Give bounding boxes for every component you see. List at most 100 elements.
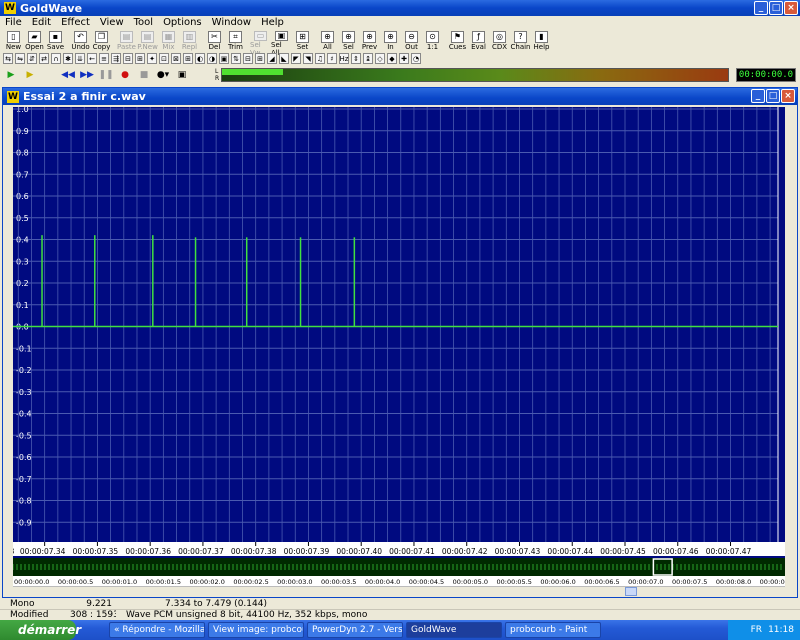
waveform-view[interactable]: 1.00.90.80.70.60.50.40.30.20.10.0-0.1-0.… [13, 107, 785, 561]
fast-forward-icon[interactable]: ▶▶ [79, 69, 95, 81]
effect-icon[interactable]: ♫ [315, 53, 325, 64]
taskbar-task-button[interactable]: PowerDyn 2.7 - Versi... [307, 622, 403, 638]
toolbar-help-button[interactable]: ▮ Help [531, 29, 552, 52]
effect-icon[interactable]: ⊟ [123, 53, 133, 64]
toolbar-cues-button[interactable]: ⚑ Cues [447, 29, 468, 52]
toolbar-set-button[interactable]: ⊞ Set [292, 29, 313, 52]
toolbar-out-button[interactable]: ⊖ Out [401, 29, 422, 52]
toolbar-sel-button[interactable]: ⊕ Sel [338, 29, 359, 52]
control-properties-icon[interactable]: ▣ [174, 69, 190, 81]
effect-icon[interactable]: ⇕ [351, 53, 361, 64]
taskbar-task-button[interactable]: « Répondre - Mozilla ... [109, 622, 205, 638]
delete-icon: ✂ [208, 31, 221, 43]
close-button[interactable]: × [784, 1, 798, 15]
effect-icon[interactable]: ⊞ [135, 53, 145, 64]
effect-icon[interactable]: ⊞ [255, 53, 265, 64]
effect-icon[interactable]: ⇅ [231, 53, 241, 64]
effect-icon[interactable]: ◐ [195, 53, 205, 64]
toolbar-undo-button[interactable]: ↶ Undo [70, 29, 91, 52]
effect-icon[interactable]: ♯ [327, 53, 337, 64]
taskbar-task-button[interactable]: GoldWave [406, 622, 502, 638]
child-maximize-button[interactable]: □ [766, 89, 780, 103]
rewind-icon[interactable]: ◀◀ [60, 69, 76, 81]
child-minimize-button[interactable]: _ [751, 89, 765, 103]
menu-effect[interactable]: Effect [56, 16, 95, 29]
effect-icon[interactable]: ✱ [63, 53, 73, 64]
zoom-selection-icon: ⊕ [342, 31, 355, 43]
overview-waveform[interactable]: 00:00:00.0 00:00:00.5 00:00:01.0 00:00:01.5… [12, 558, 795, 586]
maximize-button[interactable]: □ [769, 1, 783, 15]
effect-icon[interactable]: ∩ [51, 53, 61, 64]
effect-icon[interactable]: Hz [339, 53, 349, 64]
child-close-button[interactable]: × [781, 89, 795, 103]
effect-icon[interactable]: ◤ [291, 53, 301, 64]
effect-icon[interactable]: ◥ [303, 53, 313, 64]
effect-icon[interactable]: ◔ [411, 53, 421, 64]
taskbar-task-button[interactable]: probcourb - Paint [505, 622, 601, 638]
effect-icon[interactable]: ◆ [387, 53, 397, 64]
minimize-button[interactable]: _ [754, 1, 768, 15]
overview-tick-label: 00:00:05.5 [497, 578, 532, 586]
menu-window[interactable]: Window [207, 16, 256, 29]
toolbar-chain-button[interactable]: ? Chain [510, 29, 531, 52]
toolbar-copy-button[interactable]: ❐ Copy [91, 29, 112, 52]
effect-icon[interactable]: ▣ [219, 53, 229, 64]
toolbar-del-button[interactable]: ✂ Del [204, 29, 225, 52]
effect-icon[interactable]: ◣ [279, 53, 289, 64]
toolbar-trim-button[interactable]: ⌗ Trim [225, 29, 246, 52]
toolbar-sel-all-button[interactable]: ▣Sel All [271, 29, 292, 57]
menu-options[interactable]: Options [158, 16, 207, 29]
effect-icon[interactable]: ◢ [267, 53, 277, 64]
effect-icon[interactable]: ← [87, 53, 97, 64]
play-icon[interactable]: ▶ [3, 69, 19, 81]
effect-icon[interactable]: ⇆ [3, 53, 13, 64]
record-icon[interactable]: ● [117, 69, 133, 81]
horizontal-scrollbar[interactable] [13, 586, 785, 596]
toolbar-prev-button[interactable]: ⊕ Prev [359, 29, 380, 52]
effect-icon[interactable]: ↨ [363, 53, 373, 64]
effect-icon[interactable]: ◇ [375, 53, 385, 64]
toolbar-button-label: Cues [448, 43, 467, 51]
effect-icon[interactable]: ⇶ [111, 53, 121, 64]
effect-icon[interactable]: ⇋ [15, 53, 25, 64]
toolbar-save-button[interactable]: ▪ Save [45, 29, 66, 52]
toolbar-in-button[interactable]: ⊕ In [380, 29, 401, 52]
stop-icon[interactable]: ■ [136, 69, 152, 81]
effect-icon[interactable]: ⊡ [159, 53, 169, 64]
menu-edit[interactable]: Edit [27, 16, 56, 29]
effect-icon[interactable]: ≡ [99, 53, 109, 64]
toolbar-cdx-button[interactable]: ◎ CDX [489, 29, 510, 52]
toolbar-eval-button[interactable]: ƒ Eval [468, 29, 489, 52]
overview-tick-label: 00:00:06.0 [540, 578, 575, 586]
vertical-scrollbar[interactable] [785, 107, 797, 561]
toolbar-open-button[interactable]: ▰ Open [24, 29, 45, 52]
effect-icon[interactable]: ⊟ [243, 53, 253, 64]
select-view-icon: ▭ [254, 31, 267, 41]
level-meter: L R [215, 68, 729, 82]
toolbar-new-button[interactable]: ▯ New [3, 29, 24, 52]
menu-help[interactable]: Help [256, 16, 289, 29]
horizontal-scroll-thumb[interactable] [625, 587, 637, 596]
effect-icon[interactable]: ⊠ [171, 53, 181, 64]
effect-icon[interactable]: ⇊ [75, 53, 85, 64]
effect-icon[interactable]: ⇄ [39, 53, 49, 64]
new-file-icon: ▯ [7, 31, 20, 43]
pause-icon[interactable]: ❚❚ [98, 69, 114, 81]
effect-icon[interactable]: ⇵ [27, 53, 37, 64]
start-button[interactable]: démarrer [0, 620, 81, 640]
sound-file-icon: W [7, 90, 19, 103]
language-indicator[interactable]: FR [751, 625, 762, 635]
taskbar-task-button[interactable]: View image: probcour... [208, 622, 304, 638]
menu-tool[interactable]: Tool [129, 16, 158, 29]
toolbar-all-button[interactable]: ⊕ All [317, 29, 338, 52]
menu-view[interactable]: View [95, 16, 129, 29]
effect-icon[interactable]: ✚ [399, 53, 409, 64]
play-selection-icon[interactable]: ▶ [22, 69, 38, 81]
menu-file[interactable]: File [0, 16, 27, 29]
toolbar-1-1-button[interactable]: ⊙ 1:1 [422, 29, 443, 52]
task-list: « Répondre - Mozilla ...View image: prob… [106, 622, 601, 638]
effect-icon[interactable]: ⊞ [183, 53, 193, 64]
effect-icon[interactable]: ✦ [147, 53, 157, 64]
effect-icon[interactable]: ◑ [207, 53, 217, 64]
record-mode-icon[interactable]: ●▾ [155, 69, 171, 81]
